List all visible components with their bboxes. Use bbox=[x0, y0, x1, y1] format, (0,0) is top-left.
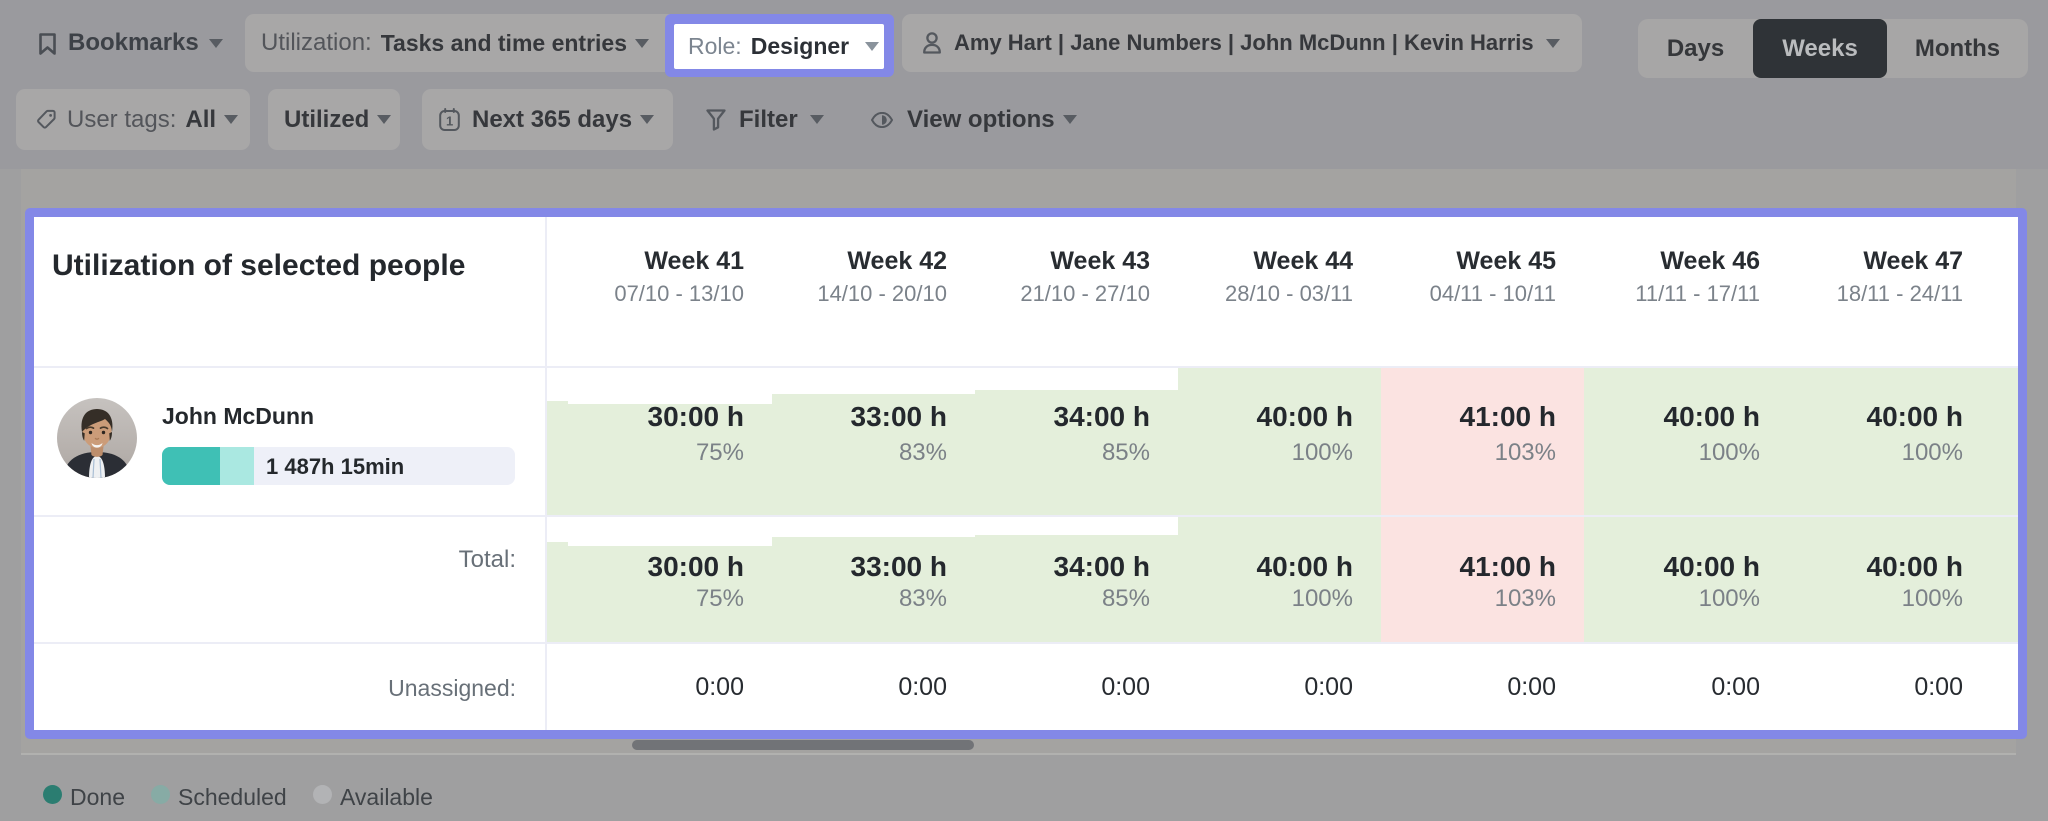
svg-text:1: 1 bbox=[446, 113, 453, 128]
